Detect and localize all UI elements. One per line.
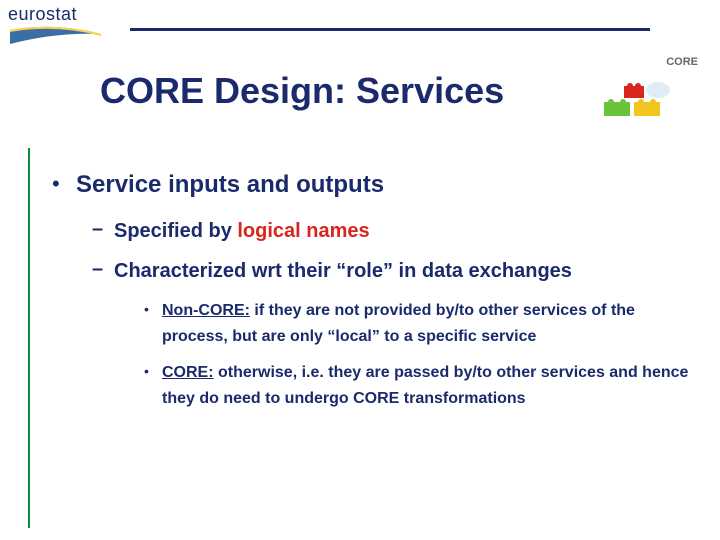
- term-label: CORE:: [162, 364, 214, 381]
- bullet-icon: •: [144, 360, 162, 382]
- bullet-text: CORE: otherwise, i.e. they are passed by…: [162, 360, 692, 412]
- bullet-icon: •: [144, 298, 162, 320]
- header-divider: [130, 28, 650, 31]
- bullet-level1: • Service inputs and outputs: [52, 170, 692, 200]
- vertical-accent-bar: [28, 148, 30, 528]
- core-logo: CORE: [600, 50, 700, 120]
- text-prefix: Specified by: [114, 220, 237, 242]
- dash-icon: –: [92, 258, 114, 281]
- eurostat-logo-text: eurostat: [8, 4, 118, 25]
- bullet-icon: •: [52, 170, 76, 198]
- slide-content: • Service inputs and outputs – Specified…: [52, 170, 692, 422]
- dash-icon: –: [92, 218, 114, 241]
- text-emphasis: logical names: [237, 220, 369, 242]
- term-label: Non-CORE:: [162, 302, 250, 319]
- slide-title: CORE Design: Services: [100, 70, 504, 112]
- bullet-text: Characterized wrt their “role” in data e…: [114, 258, 572, 284]
- bullet-text: Service inputs and outputs: [76, 170, 384, 200]
- swoosh-icon: [8, 26, 103, 48]
- bullet-level3-core: • CORE: otherwise, i.e. they are passed …: [144, 360, 692, 412]
- bullet-level2-characterized: – Characterized wrt their “role” in data…: [92, 258, 692, 284]
- bullet-level2-specified: – Specified by logical names: [92, 218, 692, 244]
- eurostat-logo: eurostat: [8, 4, 118, 50]
- blocks-icon: [600, 80, 680, 120]
- bullet-level3-noncore: • Non-CORE: if they are not provided by/…: [144, 298, 692, 350]
- core-logo-text: CORE: [666, 56, 698, 68]
- bullet-text: Specified by logical names: [114, 218, 370, 244]
- bullet-text: Non-CORE: if they are not provided by/to…: [162, 298, 692, 350]
- term-rest: otherwise, i.e. they are passed by/to ot…: [162, 364, 688, 407]
